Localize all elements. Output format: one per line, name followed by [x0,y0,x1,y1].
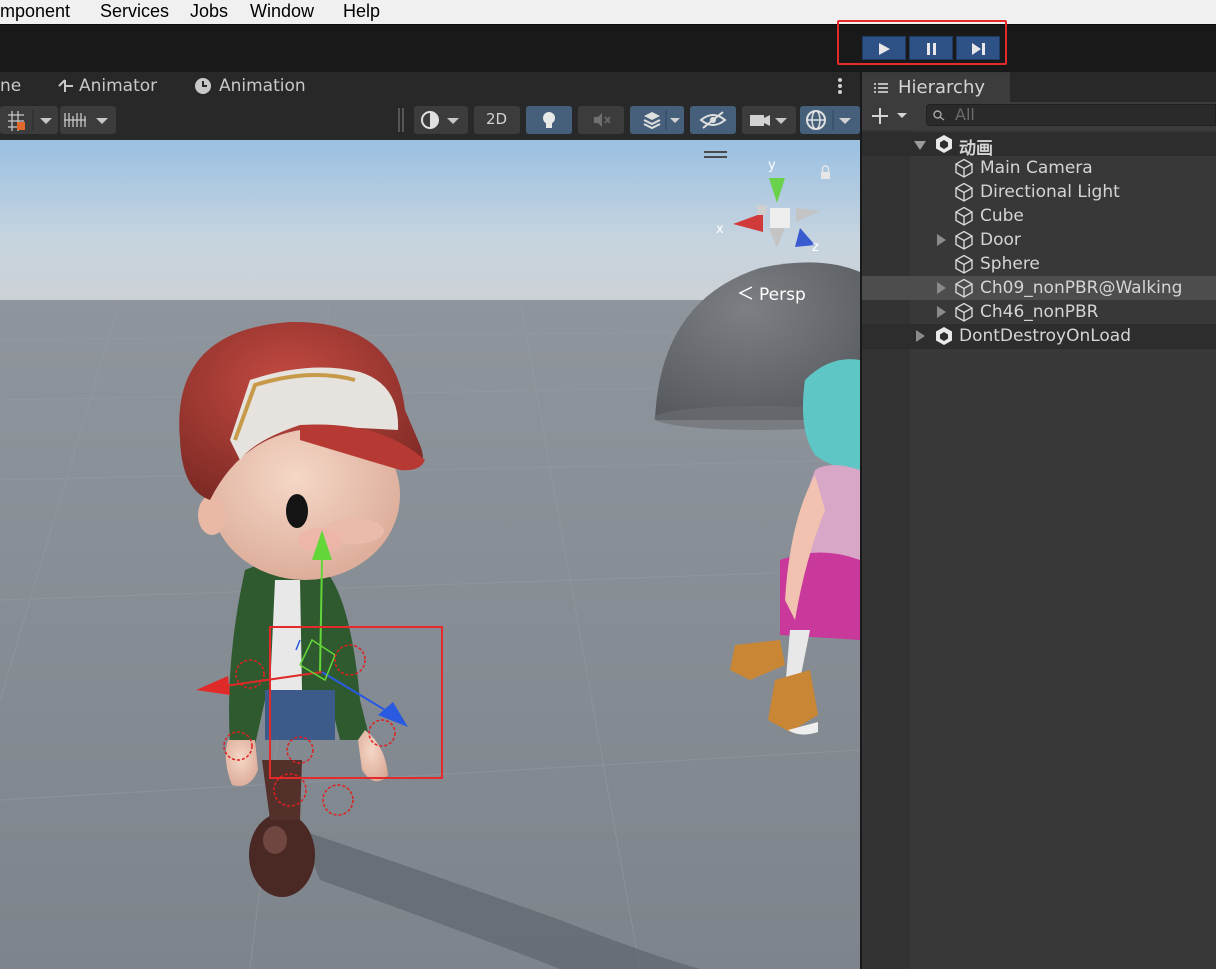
hierarchy-item-ch09-walking[interactable]: Ch09_nonPBR@Walking [862,276,1216,300]
gameobject-cube-icon [955,278,973,298]
hierarchy-item-label: Directional Light [980,182,1120,202]
hierarchy-item-label: Ch46_nonPBR [980,302,1099,322]
plus-icon [872,108,907,124]
animator-icon [57,77,75,99]
main-toolbar [0,24,1216,73]
gameobject-cube-icon [955,254,973,274]
fold-arrow-icon[interactable] [914,141,926,150]
lighting-toggle-button[interactable] [526,106,572,134]
unity-scene-icon [936,327,952,345]
scene-camera-button[interactable] [742,106,796,134]
tab-animator[interactable]: Animator [79,76,157,96]
scene-render: y x z Persp [0,140,860,969]
menu-services[interactable]: Services [100,0,169,22]
toggle-2d-button[interactable]: 2D [474,106,520,134]
hierarchy-title: Hierarchy [898,77,986,98]
hierarchy-item-label: Sphere [980,254,1040,274]
audio-muted-icon [594,113,611,127]
menu-bar: mponent Services Jobs Window Help [0,0,1216,24]
gameobject-cube-icon [955,158,973,178]
gizmo-axis-x-label: x [716,222,724,237]
menu-component[interactable]: mponent [0,0,70,22]
gizmo-globe-icon [806,110,851,130]
tab-scene[interactable]: ne [0,76,21,96]
camera-icon [750,115,787,126]
increment-snap-button[interactable] [60,106,116,134]
scene-viewport[interactable]: y x z Persp [0,140,860,969]
hidden-objects-button[interactable] [690,106,736,134]
effects-toggle-button[interactable] [630,106,684,134]
expand-arrow-icon[interactable] [937,282,946,294]
layers-icon [643,110,680,130]
shading-mode-button[interactable] [414,106,468,134]
list-icon [874,83,888,93]
expand-arrow-icon[interactable] [937,306,946,318]
hierarchy-item-door[interactable]: Door [862,228,1216,252]
panel-splitter[interactable] [860,72,862,969]
unity-scene-icon [936,135,952,153]
hierarchy-item-label: Cube [980,206,1024,226]
tab-hierarchy[interactable]: Hierarchy [862,72,1010,102]
create-add-button[interactable] [870,105,914,127]
hierarchy-scene-row[interactable]: 动画 [862,132,1216,159]
menu-window[interactable]: Window [250,0,314,22]
animation-clock-icon [194,77,212,99]
light-bulb-icon [543,112,555,128]
hierarchy-item-main-camera[interactable]: Main Camera [862,156,1216,180]
menu-jobs[interactable]: Jobs [190,0,228,22]
hierarchy-item-sphere[interactable]: Sphere [862,252,1216,276]
hierarchy-item-label: Door [980,230,1021,250]
gameobject-cube-icon [955,206,973,226]
audio-toggle-button[interactable] [578,106,624,134]
menu-help[interactable]: Help [343,0,380,22]
gameobject-cube-icon [955,302,973,322]
gizmo-axis-z-label: z [812,240,819,255]
expand-arrow-icon[interactable] [937,234,946,246]
projection-label[interactable]: Persp [759,285,806,305]
toolbar-divider [402,108,404,132]
more-menu-icon[interactable] [836,76,844,100]
tab-animation[interactable]: Animation [219,76,306,96]
hierarchy-item-label: Ch09_nonPBR@Walking [980,278,1183,298]
snap-grid-button[interactable] [0,106,58,134]
hierarchy-divider [862,348,1216,349]
hierarchy-dontdestroy-row[interactable]: DontDestroyOnLoad [862,324,1216,348]
gizmos-button[interactable] [800,106,860,134]
hierarchy-item-cube[interactable]: Cube [862,204,1216,228]
gameobject-cube-icon [955,182,973,202]
dontdestroy-label: DontDestroyOnLoad [959,326,1132,346]
toggle-2d-label: 2D [486,110,508,128]
gizmo-axis-y-label: y [768,158,776,173]
expand-arrow-icon[interactable] [916,330,925,342]
hierarchy-item-directional-light[interactable]: Directional Light [862,180,1216,204]
search-placeholder: All [955,105,975,124]
hierarchy-item-ch46[interactable]: Ch46_nonPBR [862,300,1216,324]
toolbar-divider [398,108,400,132]
search-icon [933,110,945,121]
hierarchy-item-label: Main Camera [980,158,1093,178]
play-controls-highlight [837,20,1007,65]
gameobject-cube-icon [955,230,973,250]
eye-slash-icon [699,111,727,129]
hierarchy-search-field[interactable]: All [926,104,1216,126]
